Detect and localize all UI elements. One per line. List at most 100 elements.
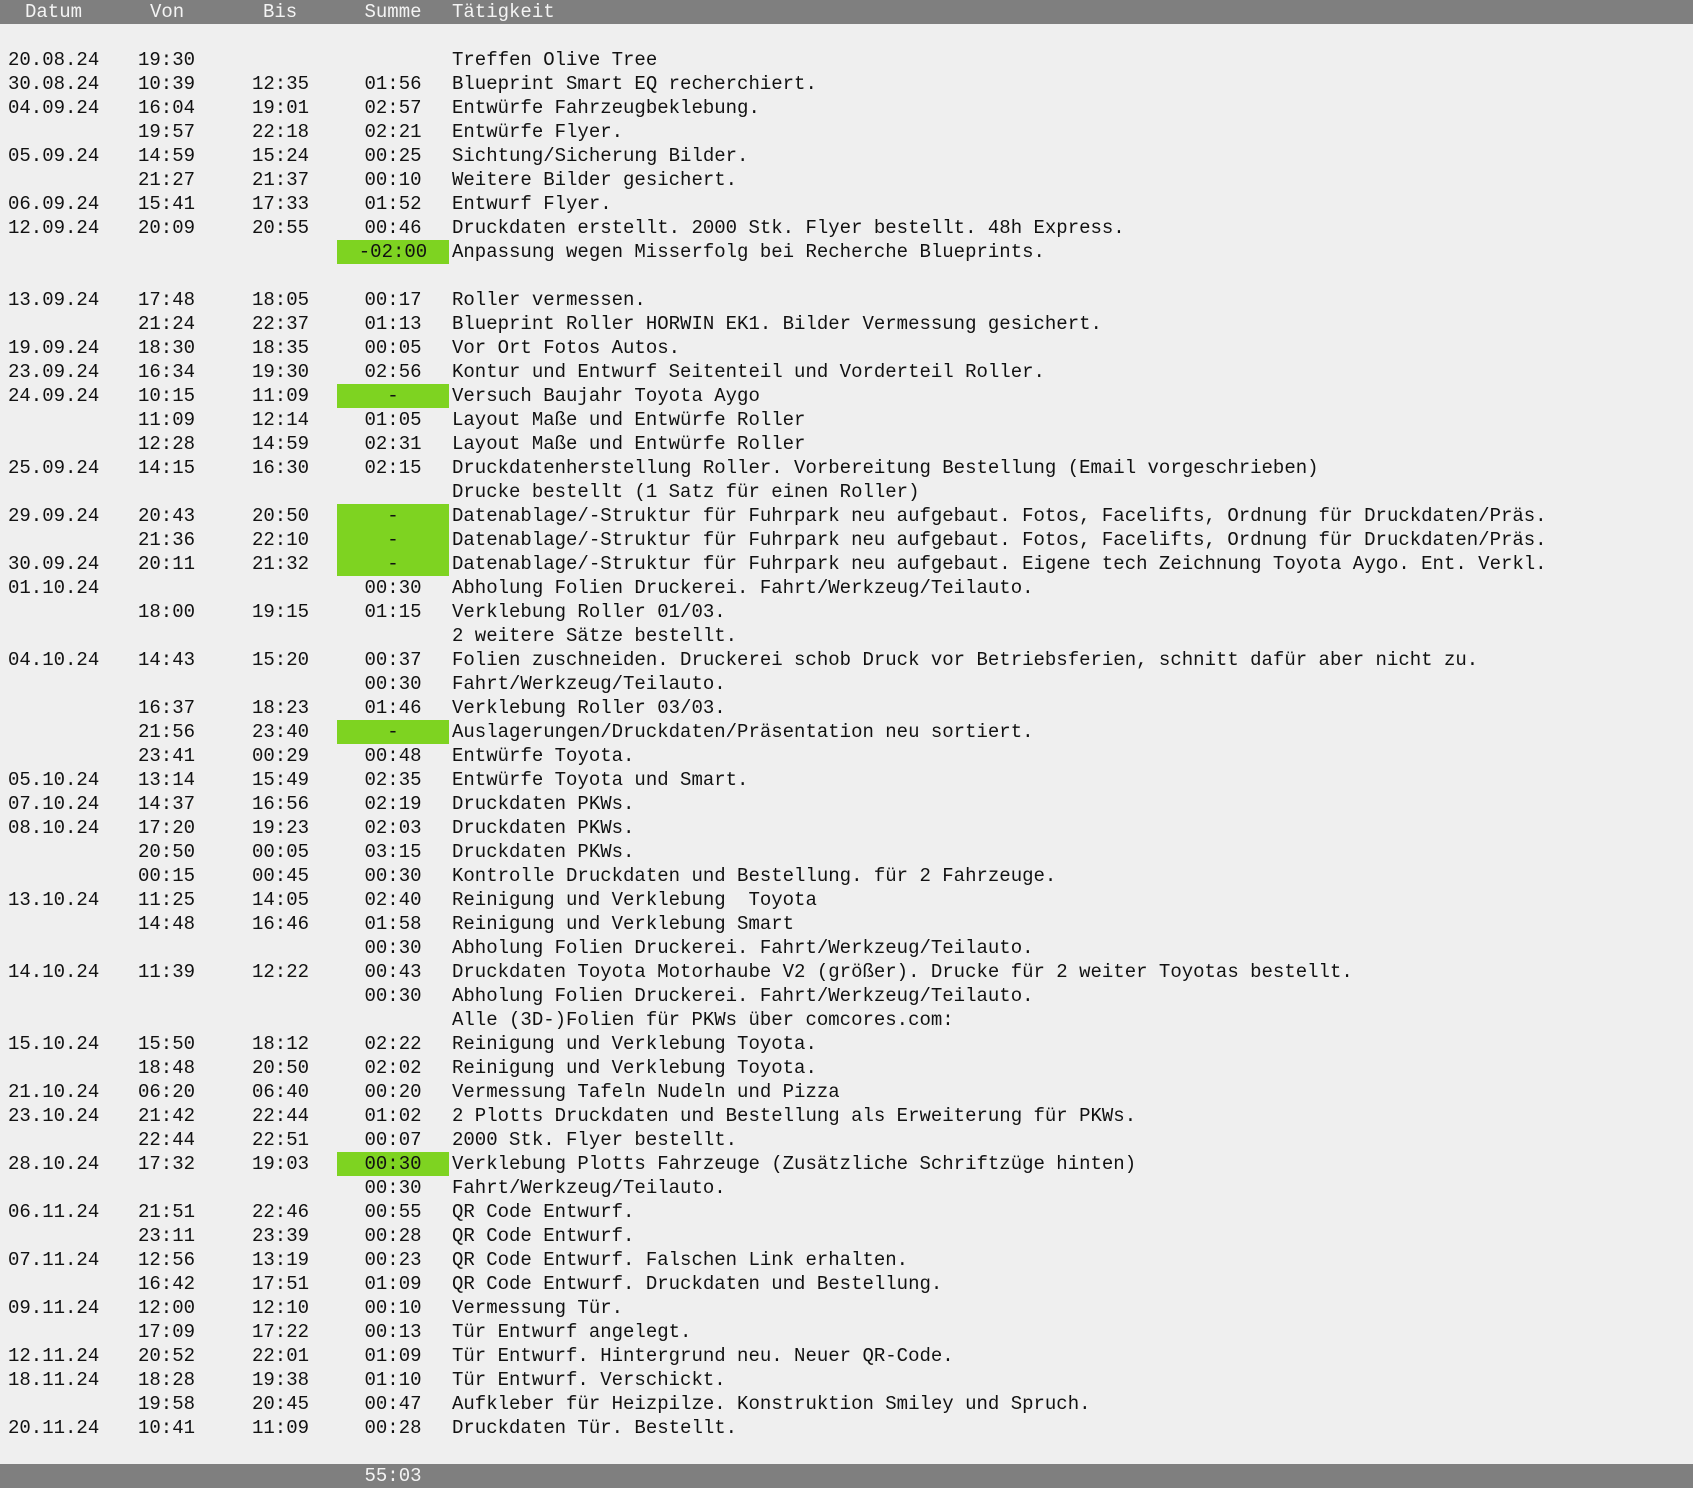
date-cell[interactable] — [8, 1008, 136, 1032]
end-time-cell[interactable]: 00:45 — [252, 864, 342, 888]
table-row[interactable]: 00:30 Abholung Folien Druckerei. Fahrt/We… — [0, 936, 1693, 960]
start-time-cell[interactable]: 16:42 — [138, 1272, 228, 1296]
duration-cell[interactable] — [337, 624, 449, 648]
date-cell[interactable] — [8, 312, 136, 336]
end-time-cell[interactable]: 14:05 — [252, 888, 342, 912]
date-cell[interactable] — [8, 1392, 136, 1416]
duration-cell[interactable]: 00:46 — [337, 216, 449, 240]
start-time-cell[interactable] — [138, 624, 228, 648]
start-time-cell[interactable]: 10:41 — [138, 1416, 228, 1440]
start-time-cell[interactable]: 22:44 — [138, 1128, 228, 1152]
date-cell[interactable] — [8, 120, 136, 144]
end-time-cell[interactable] — [252, 936, 342, 960]
date-cell[interactable]: 23.10.24 — [8, 1104, 136, 1128]
end-time-cell[interactable]: 12:22 — [252, 960, 342, 984]
date-cell[interactable]: 21.10.24 — [8, 1080, 136, 1104]
date-cell[interactable] — [8, 672, 136, 696]
date-cell[interactable]: 13.10.24 — [8, 888, 136, 912]
table-row[interactable]: 30.08.24 10:39 12:35 01:56 Blueprint Smart E… — [0, 72, 1693, 96]
date-cell[interactable] — [8, 744, 136, 768]
duration-cell[interactable]: 02:19 — [337, 792, 449, 816]
table-row[interactable]: 20.11.24 10:41 11:09 00:28 Druckdaten Tür. B… — [0, 1416, 1693, 1440]
start-time-cell[interactable]: 14:48 — [138, 912, 228, 936]
activity-cell[interactable]: Drucke bestellt (1 Satz für einen Roller… — [452, 480, 1692, 504]
start-time-cell[interactable]: 17:20 — [138, 816, 228, 840]
table-row[interactable]: 19:58 20:45 00:47 Aufkleber für Heizpilze. … — [0, 1392, 1693, 1416]
duration-cell[interactable]: 00:17 — [337, 288, 449, 312]
table-row[interactable]: 16:42 17:51 01:09 QR Code Entwurf. Druckdat… — [0, 1272, 1693, 1296]
end-time-cell[interactable] — [252, 480, 342, 504]
date-cell[interactable] — [8, 264, 136, 288]
table-row[interactable]: 30.09.24 20:11 21:32- Datenablage/-Struktur… — [0, 552, 1693, 576]
table-row[interactable]: 25.09.24 14:15 16:30 02:15 Druckdatenherstel… — [0, 456, 1693, 480]
start-time-cell[interactable]: 17:09 — [138, 1320, 228, 1344]
start-time-cell[interactable]: 19:57 — [138, 120, 228, 144]
end-time-cell[interactable]: 14:59 — [252, 432, 342, 456]
start-time-cell[interactable]: 19:30 — [138, 48, 228, 72]
duration-cell[interactable]: 00:07 — [337, 1128, 449, 1152]
activity-cell[interactable]: Roller vermessen. — [452, 288, 1692, 312]
end-time-cell[interactable] — [252, 1008, 342, 1032]
date-cell[interactable]: 28.10.24 — [8, 1152, 136, 1176]
end-time-cell[interactable]: 17:33 — [252, 192, 342, 216]
start-time-cell[interactable]: 18:28 — [138, 1368, 228, 1392]
duration-cell[interactable]: 00:23 — [337, 1248, 449, 1272]
end-time-cell[interactable] — [252, 264, 342, 288]
duration-cell[interactable]: 00:37 — [337, 648, 449, 672]
duration-cell[interactable]: 00:25 — [337, 144, 449, 168]
end-time-cell[interactable]: 20:50 — [252, 504, 342, 528]
end-time-cell[interactable]: 16:56 — [252, 792, 342, 816]
date-cell[interactable]: 25.09.24 — [8, 456, 136, 480]
activity-cell[interactable]: Reinigung und Verklebung Toyota. — [452, 1032, 1692, 1056]
end-time-cell[interactable]: 19:30 — [252, 360, 342, 384]
duration-cell[interactable] — [337, 480, 449, 504]
start-time-cell[interactable]: 21:36 — [138, 528, 228, 552]
date-cell[interactable] — [8, 240, 136, 264]
date-cell[interactable] — [8, 720, 136, 744]
duration-cell[interactable]: 01:52 — [337, 192, 449, 216]
activity-cell[interactable]: Entwürfe Toyota. — [452, 744, 1692, 768]
duration-cell[interactable]: 02:31 — [337, 432, 449, 456]
date-cell[interactable] — [8, 1272, 136, 1296]
start-time-cell[interactable]: 00:15 — [138, 864, 228, 888]
end-time-cell[interactable]: 15:49 — [252, 768, 342, 792]
table-row[interactable]: 00:30 Fahrt/Werkzeug/Teilauto. — [0, 1176, 1693, 1200]
table-row[interactable]: 13.09.24 17:48 18:05 00:17 Roller vermessen. — [0, 288, 1693, 312]
start-time-cell[interactable]: 14:59 — [138, 144, 228, 168]
duration-cell[interactable]: 02:35 — [337, 768, 449, 792]
activity-cell[interactable]: Druckdatenherstellung Roller. Vorbereitu… — [452, 456, 1692, 480]
start-time-cell[interactable] — [138, 936, 228, 960]
duration-cell[interactable]: 01:46 — [337, 696, 449, 720]
date-cell[interactable]: 24.09.24 — [8, 384, 136, 408]
start-time-cell[interactable]: 23:41 — [138, 744, 228, 768]
activity-cell[interactable]: Verklebung Roller 03/03. — [452, 696, 1692, 720]
date-cell[interactable]: 01.10.24 — [8, 576, 136, 600]
table-row[interactable]: 29.09.24 20:43 20:50- Datenablage/-Struktur… — [0, 504, 1693, 528]
duration-cell[interactable]: 00:05 — [337, 336, 449, 360]
start-time-cell[interactable]: 21:56 — [138, 720, 228, 744]
start-time-cell[interactable] — [138, 1176, 228, 1200]
table-row[interactable]: 01.10.24 00:30 Abholung Folien Druckerei. … — [0, 576, 1693, 600]
column-header-datum[interactable]: Datum — [25, 0, 82, 24]
activity-cell[interactable]: Druckdaten Toyota Motorhaube V2 (größer)… — [452, 960, 1692, 984]
duration-cell[interactable]: - — [337, 720, 449, 744]
end-time-cell[interactable]: 19:15 — [252, 600, 342, 624]
date-cell[interactable]: 12.11.24 — [8, 1344, 136, 1368]
activity-cell[interactable]: Entwürfe Toyota und Smart. — [452, 768, 1692, 792]
activity-cell[interactable]: Entwürfe Flyer. — [452, 120, 1692, 144]
start-time-cell[interactable]: 10:39 — [138, 72, 228, 96]
table-row[interactable]: 05.10.24 13:14 15:49 02:35 Entwürfe Toyota u… — [0, 768, 1693, 792]
start-time-cell[interactable]: 18:00 — [138, 600, 228, 624]
start-time-cell[interactable]: 14:37 — [138, 792, 228, 816]
end-time-cell[interactable]: 20:50 — [252, 1056, 342, 1080]
duration-cell[interactable]: 01:56 — [337, 72, 449, 96]
end-time-cell[interactable] — [252, 48, 342, 72]
start-time-cell[interactable]: 21:51 — [138, 1200, 228, 1224]
duration-cell[interactable]: 02:57 — [337, 96, 449, 120]
table-row[interactable]: Drucke bestellt (1 Satz für einen Roller… — [0, 480, 1693, 504]
activity-cell[interactable]: Kontrolle Druckdaten und Bestellung. für… — [452, 864, 1692, 888]
activity-cell[interactable]: QR Code Entwurf. — [452, 1224, 1692, 1248]
end-time-cell[interactable]: 12:10 — [252, 1296, 342, 1320]
end-time-cell[interactable]: 19:23 — [252, 816, 342, 840]
activity-cell[interactable]: 2 Plotts Druckdaten und Bestellung als E… — [452, 1104, 1692, 1128]
